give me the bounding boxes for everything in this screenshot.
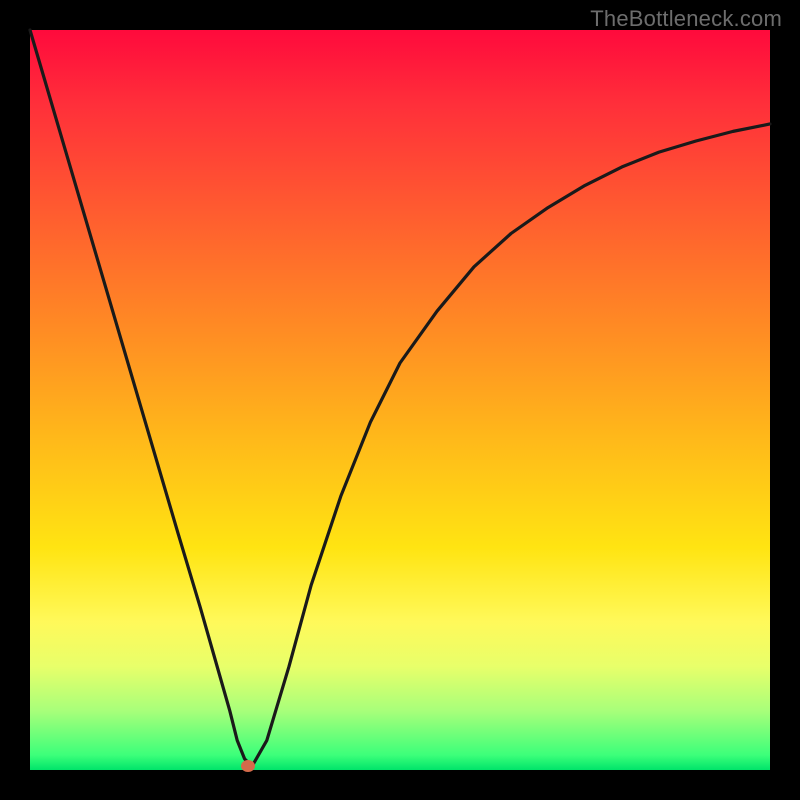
bottleneck-curve (30, 30, 770, 770)
optimal-point-marker (241, 760, 255, 772)
watermark-text: TheBottleneck.com (590, 6, 782, 32)
plot-area (30, 30, 770, 770)
chart-frame: TheBottleneck.com (0, 0, 800, 800)
